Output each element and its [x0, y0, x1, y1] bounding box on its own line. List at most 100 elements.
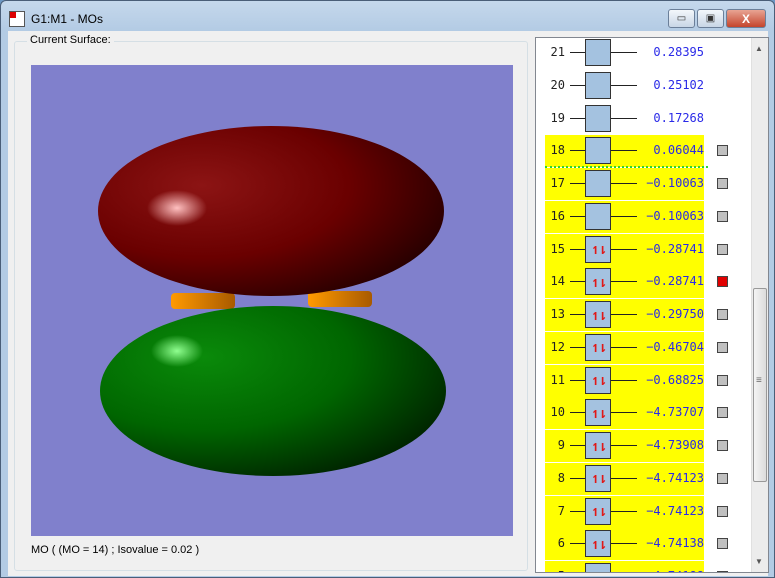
electron-pair-icon: ↿⇂: [585, 366, 611, 394]
mo-list[interactable]: 21 0.28395 20 0.25102 19 0.17268 18 0.06044…: [535, 37, 769, 573]
orbital-render: [98, 126, 446, 476]
mo-row[interactable]: 17 −0.10063: [545, 168, 704, 200]
mo-checkbox[interactable]: [717, 178, 728, 189]
mo-checkbox[interactable]: [717, 276, 728, 288]
electron-pair-icon: ↿⇂: [585, 399, 611, 427]
mo-checkbox[interactable]: [717, 210, 728, 222]
mo-checkbox[interactable]: [717, 505, 728, 517]
mo-number: 21: [550, 45, 565, 59]
mo-checkbox[interactable]: [717, 145, 728, 157]
window-title: G1:M1 - MOs: [31, 12, 104, 26]
mo-energy: 0.25102: [653, 77, 704, 92]
mo-number: 13: [550, 307, 565, 321]
mo-energy: 0.28395: [653, 45, 704, 59]
mo-number: 15: [550, 241, 565, 256]
mo-number: 20: [550, 77, 565, 92]
mo-energy: 0.06044: [653, 143, 704, 158]
scroll-thumb[interactable]: [753, 288, 767, 482]
mo-number: 6: [557, 536, 565, 551]
mo-energy: −4.74188: [646, 569, 704, 572]
mo-checkbox[interactable]: [717, 407, 728, 419]
mo-checkbox[interactable]: [717, 243, 728, 255]
electron-pair-icon: ↿⇂: [585, 268, 611, 296]
mo-row[interactable]: 13 ↿⇂ −0.29750: [545, 299, 704, 331]
current-surface-label: Current Surface:: [27, 34, 114, 46]
mo-checkbox[interactable]: [717, 440, 728, 451]
mo-energy: −4.73908: [646, 438, 704, 452]
electron-pair-icon: ↿⇂: [585, 497, 611, 525]
mo-number: 9: [557, 438, 565, 452]
mo-checkbox[interactable]: [717, 571, 728, 572]
mo-number: 19: [550, 110, 565, 125]
mo-row[interactable]: 15 ↿⇂ −0.28741: [545, 233, 704, 266]
mo-energy: −4.74123: [646, 470, 704, 485]
empty-orbital-icon: [585, 202, 611, 230]
mo-number: 14: [550, 274, 565, 289]
electron-pair-icon: ↿⇂: [585, 464, 611, 492]
mo-row[interactable]: 11 ↿⇂ −0.68825: [545, 364, 704, 397]
mo-row[interactable]: 14 ↿⇂ −0.28741: [545, 266, 704, 299]
mo-row[interactable]: 18 0.06044: [545, 135, 704, 168]
mo-checkbox[interactable]: [717, 472, 728, 484]
negative-lobe: [100, 306, 446, 476]
scrollbar[interactable]: ▲ ▼: [751, 38, 768, 572]
mo-energy: −0.10063: [646, 208, 704, 223]
minimize-button[interactable]: ▭: [668, 9, 695, 28]
lobe-highlight: [151, 335, 203, 367]
mo-checkbox[interactable]: [717, 538, 728, 550]
app-icon: [9, 11, 25, 27]
mo-row[interactable]: 10 ↿⇂ −4.73707: [545, 397, 704, 430]
mo-row[interactable]: 19 0.17268: [545, 103, 704, 135]
scroll-down-icon[interactable]: ▼: [755, 557, 763, 566]
close-button[interactable]: X: [726, 9, 766, 28]
client-area: Current Surface: MO ((MO = 14) ; Isoval…: [8, 31, 769, 576]
empty-orbital-icon: [585, 137, 611, 165]
electron-pair-icon: ↿⇂: [585, 235, 611, 263]
bond-left: [171, 293, 235, 309]
mo-number: 16: [550, 208, 565, 223]
mo-energy: −0.28741: [646, 274, 704, 289]
electron-pair-icon: ↿⇂: [585, 432, 611, 459]
empty-orbital-icon: [585, 71, 611, 99]
electron-pair-icon: ↿⇂: [585, 530, 611, 558]
lobe-highlight: [147, 190, 207, 226]
surface-status: MO ( (MO = 14) ; Isovalue = 0.02 ): [31, 544, 200, 556]
mo-energy: 0.17268: [653, 110, 704, 125]
mo-checkbox[interactable]: [717, 374, 728, 386]
mo-checkbox[interactable]: [717, 341, 728, 353]
surface-viewer[interactable]: [31, 65, 513, 536]
mo-energy: −0.29750: [646, 307, 704, 321]
mo-number: 17: [550, 176, 565, 190]
mo-energy: −4.74138: [646, 536, 704, 551]
mo-row[interactable]: 12 ↿⇂ −0.46704: [545, 331, 704, 364]
empty-orbital-icon: [585, 39, 611, 66]
mo-number: 10: [550, 405, 565, 420]
electron-pair-icon: ↿⇂: [585, 301, 611, 328]
mos-window: G1:M1 - MOs ▭ ▣ X Current Surface: MO (…: [0, 0, 775, 578]
mo-number: 11: [550, 372, 565, 387]
mo-row[interactable]: 6 ↿⇂ −4.74138: [545, 528, 704, 561]
mo-row[interactable]: 20 0.25102: [545, 70, 704, 102]
electron-pair-icon: ↿⇂: [585, 563, 611, 572]
mo-number: 8: [557, 470, 565, 485]
mo-number: 7: [557, 503, 565, 518]
mo-energy: −4.74123: [646, 503, 704, 518]
mo-row[interactable]: 5 ↿⇂ −4.74188: [545, 561, 704, 572]
mo-number: 12: [550, 339, 565, 354]
mo-energy: −0.10063: [646, 176, 704, 190]
scroll-up-icon[interactable]: ▲: [755, 44, 763, 53]
mo-checkbox[interactable]: [717, 309, 728, 320]
mo-row[interactable]: 21 0.28395: [545, 38, 704, 69]
mo-row[interactable]: 9 ↿⇂ −4.73908: [545, 430, 704, 462]
mo-row[interactable]: 16 −0.10063: [545, 200, 704, 233]
mo-number: 18: [550, 143, 565, 158]
mo-energy: −0.68825: [646, 372, 704, 387]
empty-orbital-icon: [585, 170, 611, 197]
mo-row[interactable]: 7 ↿⇂ −4.74123: [545, 495, 704, 528]
mo-energy: −0.28741: [646, 241, 704, 256]
mo-row[interactable]: 8 ↿⇂ −4.74123: [545, 462, 704, 495]
empty-orbital-icon: [585, 104, 611, 132]
mo-number: 5: [545, 569, 565, 572]
maximize-button[interactable]: ▣: [697, 9, 724, 28]
bond-right: [308, 291, 372, 307]
